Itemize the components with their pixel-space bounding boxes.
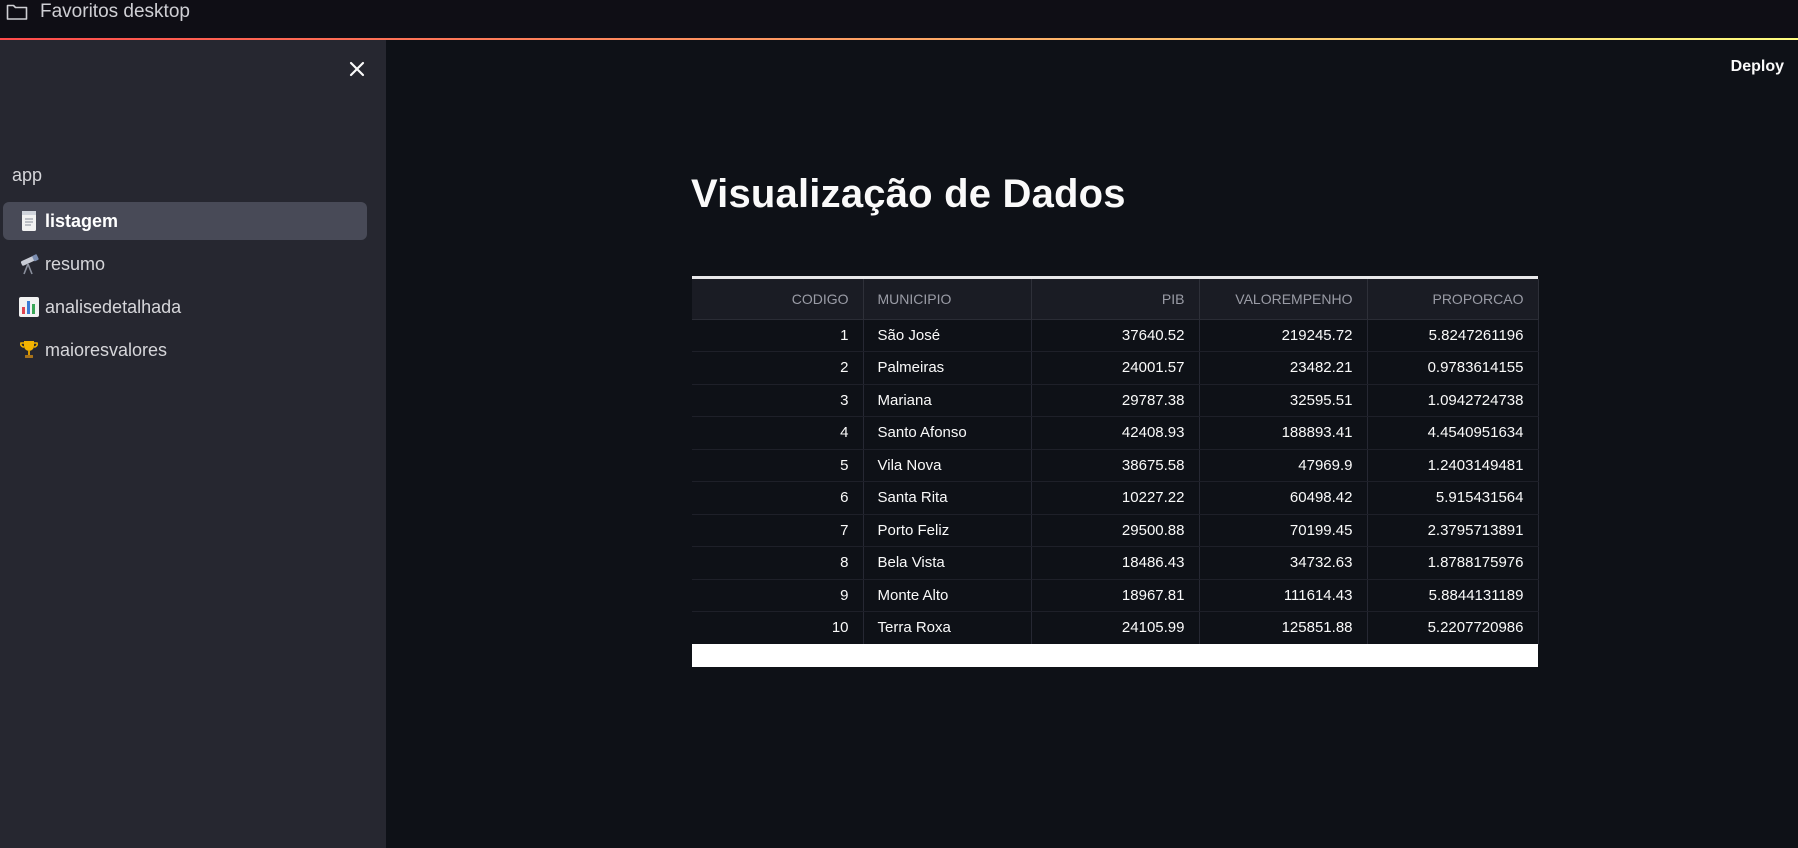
table-cell[interactable]: 1 — [692, 319, 864, 352]
table-cell[interactable]: 32595.51 — [1199, 384, 1368, 417]
table-cell[interactable]: 111614.43 — [1199, 579, 1368, 612]
sidebar-item-label: listagem — [45, 210, 119, 231]
table-cell[interactable]: 38675.58 — [1031, 449, 1200, 482]
table-cell[interactable]: 188893.41 — [1199, 416, 1368, 450]
table-cell[interactable]: 5.2207720986 — [1367, 611, 1539, 645]
table-row: 10 Terra Roxa 24105.99 125851.88 5.22077… — [692, 611, 1539, 645]
table-cell[interactable]: 7 — [692, 514, 864, 547]
sidebar-item-resumo[interactable]: resumo — [3, 245, 367, 283]
sidebar: app listagem resumo analisedetalhada mai… — [0, 40, 386, 848]
table-cell[interactable]: 4 — [692, 416, 864, 450]
table-cell[interactable]: 24105.99 — [1031, 611, 1200, 645]
column-header-proporcao[interactable]: PROPORCAO — [1367, 279, 1539, 320]
table-row: 1 São José 37640.52 219245.72 5.82472611… — [692, 319, 1539, 352]
table-cell[interactable]: 1.8788175976 — [1367, 546, 1539, 580]
table-cell[interactable]: 219245.72 — [1199, 319, 1368, 352]
folder-icon[interactable] — [6, 3, 28, 21]
nav-section-label: app — [12, 165, 43, 185]
column-header-municipio[interactable]: MUNICIPIO — [863, 279, 1032, 320]
table-row: 7 Porto Feliz 29500.88 70199.45 2.379571… — [692, 514, 1539, 547]
trophy-icon — [20, 341, 38, 358]
table-cell[interactable]: 47969.9 — [1199, 449, 1368, 482]
table-cell[interactable]: 125851.88 — [1199, 611, 1368, 645]
table-cell[interactable]: 5.8844131189 — [1367, 579, 1539, 612]
column-header-pib[interactable]: PIB — [1031, 279, 1200, 320]
column-header-valorempenho[interactable]: VALOREMPENHO — [1199, 279, 1368, 320]
table-header-row: CODIGO MUNICIPIO PIB VALOREMPENHO PROPOR… — [692, 279, 1539, 320]
table-cell[interactable]: Vila Nova — [863, 449, 1032, 482]
table-cell[interactable]: 1.2403149481 — [1367, 449, 1539, 482]
table-cell[interactable]: 5.915431564 — [1367, 481, 1539, 515]
table-row: 4 Santo Afonso 42408.93 188893.41 4.4540… — [692, 416, 1539, 450]
table-cell[interactable]: Santo Afonso — [863, 416, 1032, 450]
sidebar-item-label: resumo — [45, 253, 106, 274]
table-cell[interactable]: 9 — [692, 579, 864, 612]
dataframe[interactable]: CODIGO MUNICIPIO PIB VALOREMPENHO PROPOR… — [692, 244, 1539, 667]
table-cell[interactable]: 23482.21 — [1199, 351, 1368, 385]
table-row: 9 Monte Alto 18967.81 111614.43 5.884413… — [692, 579, 1539, 612]
table-cell[interactable]: 3 — [692, 384, 864, 417]
table-cell[interactable]: Porto Feliz — [863, 514, 1032, 547]
table-cell[interactable]: 34732.63 — [1199, 546, 1368, 580]
table-cell[interactable]: 37640.52 — [1031, 319, 1200, 352]
table-cell[interactable]: 0.9783614155 — [1367, 351, 1539, 385]
close-icon[interactable] — [346, 58, 368, 80]
sidebar-item-maioresvalores[interactable]: maioresvalores — [3, 331, 367, 369]
table-cell[interactable]: 6 — [692, 481, 864, 515]
table-cell[interactable]: Mariana — [863, 384, 1032, 417]
table-cell[interactable]: 10227.22 — [1031, 481, 1200, 515]
data-table: CODIGO MUNICIPIO PIB VALOREMPENHO PROPOR… — [692, 279, 1539, 645]
table-cell[interactable]: 5.8247261196 — [1367, 319, 1539, 352]
bookmark-bar: Favoritos desktop — [0, 0, 1798, 40]
table-cell[interactable]: 29500.88 — [1031, 514, 1200, 547]
table-cell[interactable]: 18967.81 — [1031, 579, 1200, 612]
page-icon — [22, 211, 36, 231]
table-cell[interactable]: 70199.45 — [1199, 514, 1368, 547]
bookmark-folder-label[interactable]: Favoritos desktop — [40, 1, 190, 23]
table-cell[interactable]: 24001.57 — [1031, 351, 1200, 385]
sidebar-item-label: maioresvalores — [45, 339, 168, 360]
table-cell[interactable]: 18486.43 — [1031, 546, 1200, 580]
table-cell[interactable]: 4.4540951634 — [1367, 416, 1539, 450]
table-cell[interactable]: 1.0942724738 — [1367, 384, 1539, 417]
table-cell[interactable]: Palmeiras — [863, 351, 1032, 385]
telescope-icon — [20, 254, 39, 275]
table-row: 3 Mariana 29787.38 32595.51 1.0942724738 — [692, 384, 1539, 417]
table-cell[interactable]: Bela Vista — [863, 546, 1032, 580]
table-cell[interactable]: 29787.38 — [1031, 384, 1200, 417]
table-cell[interactable]: 5 — [692, 449, 864, 482]
sidebar-item-label: analisedetalhada — [45, 296, 182, 317]
column-header-codigo[interactable]: CODIGO — [692, 279, 864, 320]
table-bottom-bar — [692, 644, 1538, 667]
page-title: Visualização de Dados — [691, 172, 1126, 216]
table-cell[interactable]: 2 — [692, 351, 864, 385]
table-row: 5 Vila Nova 38675.58 47969.9 1.240314948… — [692, 449, 1539, 482]
table-cell[interactable]: 8 — [692, 546, 864, 580]
table-cell[interactable]: 60498.42 — [1199, 481, 1368, 515]
sidebar-item-listagem[interactable]: listagem — [3, 202, 367, 240]
table-cell[interactable]: 2.3795713891 — [1367, 514, 1539, 547]
table-cell[interactable]: São José — [863, 319, 1032, 352]
table-cell[interactable]: 42408.93 — [1031, 416, 1200, 450]
deploy-button[interactable]: Deploy — [1731, 58, 1784, 76]
table-cell[interactable]: Santa Rita — [863, 481, 1032, 515]
table-row: 8 Bela Vista 18486.43 34732.63 1.8788175… — [692, 546, 1539, 580]
table-row: 6 Santa Rita 10227.22 60498.42 5.9154315… — [692, 481, 1539, 515]
table-cell[interactable]: Terra Roxa — [863, 611, 1032, 645]
sidebar-item-analisedetalhada[interactable]: analisedetalhada — [3, 288, 367, 326]
table-cell[interactable]: Monte Alto — [863, 579, 1032, 612]
bar-chart-icon — [19, 297, 39, 317]
table-row: 2 Palmeiras 24001.57 23482.21 0.97836141… — [692, 351, 1539, 385]
table-cell[interactable]: 10 — [692, 611, 864, 645]
sidebar-nav: listagem resumo analisedetalhada maiores… — [3, 202, 367, 374]
